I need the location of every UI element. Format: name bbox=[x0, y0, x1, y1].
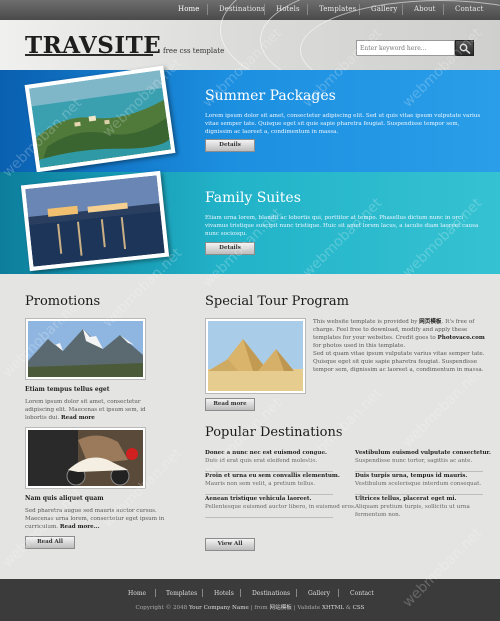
pyramids-photo[interactable] bbox=[205, 318, 306, 394]
tour-read-more-button[interactable]: Read more bbox=[205, 398, 255, 411]
banner-text: Lorem ipsum dolor sit amet, consectetur … bbox=[205, 113, 481, 135]
tour-title: Special Tour Program bbox=[205, 294, 350, 309]
brand-link[interactable]: 网页模板 bbox=[419, 319, 441, 325]
banner-text: Etiam urna lorem, blandit ac lobortis qu… bbox=[205, 215, 479, 237]
read-all-button[interactable]: Read All bbox=[25, 536, 75, 549]
promotions-title: Promotions bbox=[25, 294, 101, 309]
mountain-photo[interactable] bbox=[25, 318, 146, 380]
details-button[interactable]: Details bbox=[205, 139, 255, 152]
read-more-link[interactable]: Read more... bbox=[60, 524, 100, 530]
tour-paragraph: Sed ut quam vitae ipsum vulputate varius… bbox=[313, 351, 485, 373]
details-button[interactable]: Details bbox=[205, 242, 255, 255]
banner-title: Family Suites bbox=[205, 190, 301, 206]
read-more-link[interactable]: Read more bbox=[61, 415, 95, 421]
css-link[interactable]: CSS bbox=[353, 605, 365, 611]
island-photo bbox=[24, 65, 176, 173]
banner-summer-packages: Summer Packages Lorem ipsum dolor sit am… bbox=[0, 65, 500, 173]
tour-description: This website template is provided by 网页模… bbox=[313, 319, 485, 349]
promo-caption: Nam quis aliquet quam bbox=[25, 495, 104, 502]
destination-item[interactable]: Vestibulum euismod vulputate consectetur… bbox=[355, 449, 491, 472]
promo-text: Lorem ipsum dolor sit amet, consectetur … bbox=[25, 399, 146, 421]
destination-item[interactable]: Ultrices tellus, placerat eget mi. Aliqu… bbox=[355, 495, 483, 523]
footer: Home Templates Hotels Destinations Galle… bbox=[0, 579, 500, 621]
search-input[interactable] bbox=[356, 40, 455, 56]
harbor-photo bbox=[20, 170, 170, 272]
destinations-title: Popular Destinations bbox=[205, 425, 343, 440]
destination-item[interactable]: Proin et urna eu sem convallis elementum… bbox=[205, 472, 340, 495]
footer-link-templates[interactable]: Templates bbox=[166, 590, 197, 597]
brand-link[interactable]: 网站模板 bbox=[270, 605, 292, 611]
banner-title: Summer Packages bbox=[205, 88, 336, 104]
footer-link-contact[interactable]: Contact bbox=[350, 590, 374, 597]
footer-link-gallery[interactable]: Gallery bbox=[308, 590, 330, 597]
company-name: Your Company Name bbox=[188, 605, 249, 611]
scooter-photo[interactable] bbox=[25, 427, 146, 489]
destination-item[interactable]: Donec a nunc nec est euismod congue. Dui… bbox=[205, 449, 333, 472]
search-icon bbox=[459, 43, 471, 54]
search-button[interactable] bbox=[455, 40, 474, 56]
destination-item[interactable]: Aenean tristique vehicula laoreet. Pelle… bbox=[205, 495, 356, 518]
promo-caption: Etiam tempus tellus eget bbox=[25, 386, 110, 393]
xhtml-link[interactable]: XHTML bbox=[322, 605, 344, 611]
view-all-button[interactable]: View All bbox=[205, 538, 255, 551]
destination-item[interactable]: Duis turpis urna, tempus id mauris. Vest… bbox=[355, 472, 483, 495]
footer-link-hotels[interactable]: Hotels bbox=[214, 590, 234, 597]
promo-text: Sed pharetra augue sed mauris auctor cur… bbox=[25, 508, 165, 530]
page: Home Destinations Hotels Templates Galle… bbox=[0, 0, 500, 621]
copyright: Copyright © 2048 Your Company Name | fro… bbox=[135, 605, 365, 611]
main-content: Promotions Etiam tempus tellus eget Lore… bbox=[0, 274, 500, 579]
footer-link-home[interactable]: Home bbox=[128, 590, 146, 597]
footer-link-destinations[interactable]: Destinations bbox=[252, 590, 290, 597]
photovaco-link[interactable]: Photovaco.com bbox=[438, 335, 485, 341]
logo-underline bbox=[25, 54, 153, 56]
banner-family-suites: Family Suites Etiam urna lorem, blandit … bbox=[0, 170, 500, 274]
tagline: free css template bbox=[163, 47, 225, 55]
nav-home[interactable]: Home bbox=[178, 5, 200, 13]
